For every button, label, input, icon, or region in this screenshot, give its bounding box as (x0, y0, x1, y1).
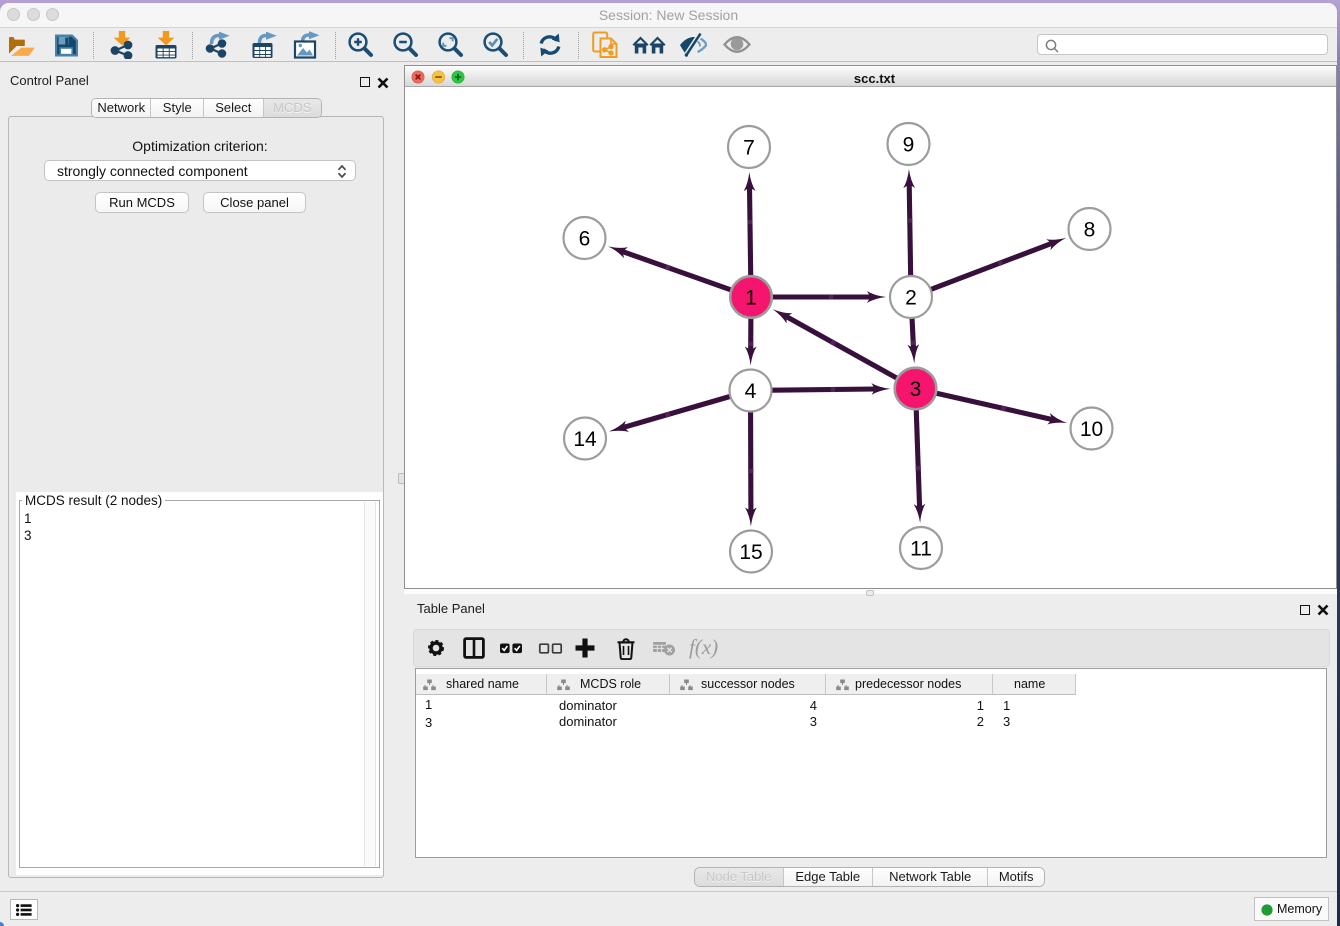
svg-text:8: 8 (1084, 218, 1096, 241)
svg-text:1: 1 (745, 286, 757, 309)
svg-text:3: 3 (910, 378, 922, 401)
svg-text:15: 15 (739, 541, 762, 564)
svg-text:7: 7 (743, 136, 755, 159)
svg-text:10: 10 (1080, 418, 1103, 441)
svg-text:6: 6 (579, 227, 591, 250)
svg-text:4: 4 (745, 380, 757, 403)
svg-text:9: 9 (903, 133, 915, 156)
svg-text:14: 14 (573, 428, 597, 451)
svg-text:11: 11 (910, 537, 932, 560)
svg-text:2: 2 (905, 286, 917, 309)
